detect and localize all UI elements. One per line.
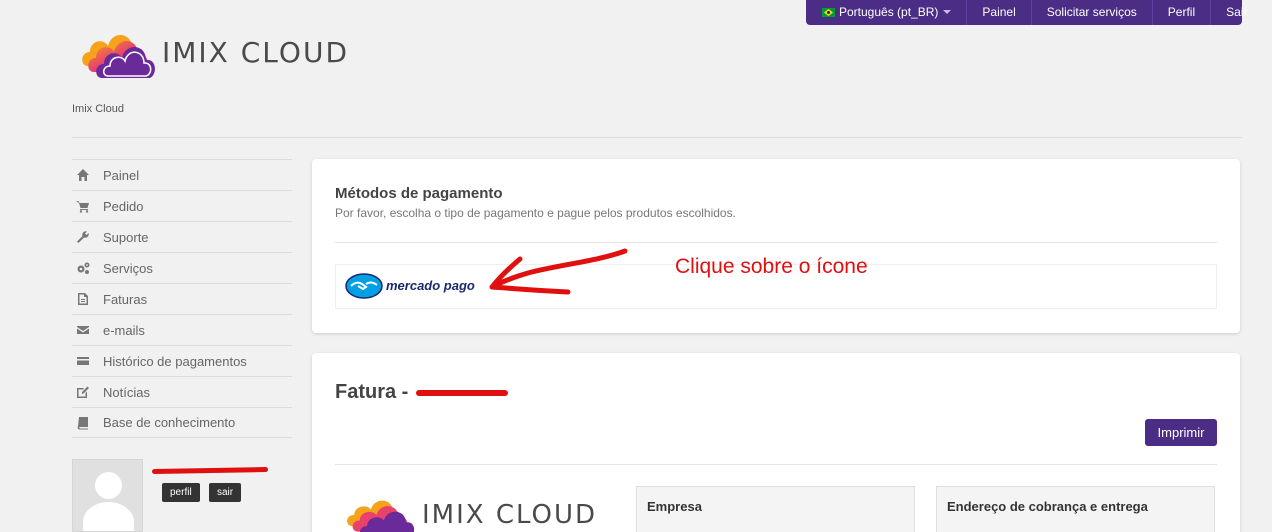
brand-logo[interactable]: IMIX CLOUD [80, 22, 349, 82]
invoice-card: Fatura - Imprimir IMIX CLOUD Empresa End… [312, 353, 1240, 532]
company-panel: Empresa [636, 486, 915, 532]
payment-methods-card: Métodos de pagamento Por favor, escolha … [312, 159, 1240, 333]
cloud-logo-icon [82, 34, 155, 78]
mercado-pago-logo[interactable]: mercado pago [345, 273, 475, 299]
payment-subtitle: Por favor, escolha o tipo de pagamento e… [335, 206, 736, 220]
credit-card-icon [75, 354, 91, 368]
logo-text: IMIX CLOUD [422, 500, 598, 530]
top-nav: Português (pt_BR) Painel Solicitar servi… [806, 0, 1247, 25]
book-icon [75, 416, 91, 430]
print-button[interactable]: Imprimir [1145, 419, 1217, 446]
invoice-title: Fatura - [335, 381, 409, 403]
sidebar-item-label: Suporte [103, 229, 149, 245]
sidebar-item-faturas[interactable]: Faturas [72, 283, 292, 314]
header-divider [72, 137, 1242, 138]
sidebar-nav: Painel Pedido Suporte Serviços Faturas e… [72, 159, 292, 438]
invoice-brand-logo: IMIX CLOUD [344, 491, 597, 532]
user-box: perfil sair [72, 459, 269, 532]
company-label: Empresa [647, 499, 702, 514]
sidebar-item-label: Base de conhecimento [103, 415, 236, 430]
edit-icon [75, 385, 91, 399]
sidebar-item-noticias[interactable]: Notícias [72, 376, 292, 407]
file-icon [75, 292, 91, 306]
divider [335, 242, 1217, 243]
topnav-sair-link[interactable]: Sair [1210, 0, 1262, 25]
mercado-pago-text: mercado pago [386, 278, 475, 293]
language-label: Português (pt_BR) [839, 5, 939, 19]
home-icon [75, 168, 91, 182]
sidebar-item-label: Notícias [103, 384, 150, 400]
gears-icon [75, 261, 91, 275]
sidebar-item-painel[interactable]: Painel [72, 159, 292, 190]
wrench-icon [75, 230, 91, 244]
sidebar-item-label: Painel [103, 167, 140, 183]
caret-down-icon [943, 10, 952, 14]
logo-text: IMIX CLOUD [162, 35, 350, 69]
sidebar-item-pedido[interactable]: Pedido [72, 190, 292, 221]
topnav-perfil-link[interactable]: Perfil [1151, 0, 1210, 25]
avatar [72, 459, 143, 532]
redacted-invoice-number-mark [416, 390, 508, 396]
divider [335, 464, 1217, 465]
handshake-icon [345, 273, 383, 299]
sidebar-item-label: Pedido [103, 198, 144, 214]
envelope-icon [75, 323, 91, 337]
annotation-arrow-icon [489, 248, 628, 295]
sidebar-item-servicos[interactable]: Serviços [72, 252, 292, 283]
topnav-solicitar-servicos-link[interactable]: Solicitar serviços [1030, 0, 1152, 25]
sidebar-item-base-conhecimento[interactable]: Base de conhecimento [72, 407, 292, 438]
site-name: Imix Cloud [72, 103, 124, 115]
logout-button[interactable]: sair [209, 483, 242, 502]
sidebar-item-label: Histórico de pagamentos [103, 353, 247, 369]
sidebar-item-suporte[interactable]: Suporte [72, 221, 292, 252]
brazil-flag-icon [822, 8, 835, 17]
profile-button[interactable]: perfil [162, 483, 200, 502]
billing-label: Endereço de cobrança e entrega [947, 499, 1148, 514]
cloud-logo-icon [347, 500, 415, 532]
sidebar-item-label: Serviços [103, 260, 153, 276]
payment-title: Métodos de pagamento [335, 185, 503, 202]
sidebar-item-label: e-mails [103, 322, 145, 338]
sidebar-item-label: Faturas [103, 291, 148, 307]
cart-icon [75, 199, 91, 213]
redacted-username-mark [151, 466, 269, 475]
sidebar-item-emails[interactable]: e-mails [72, 314, 292, 345]
topnav-painel-link[interactable]: Painel [966, 0, 1030, 25]
annotation-text: Clique sobre o ícone [675, 255, 868, 278]
sidebar-item-historico-pagamentos[interactable]: Histórico de pagamentos [72, 345, 292, 376]
billing-address-panel: Endereço de cobrança e entrega [936, 486, 1215, 532]
language-selector[interactable]: Português (pt_BR) [806, 0, 966, 25]
